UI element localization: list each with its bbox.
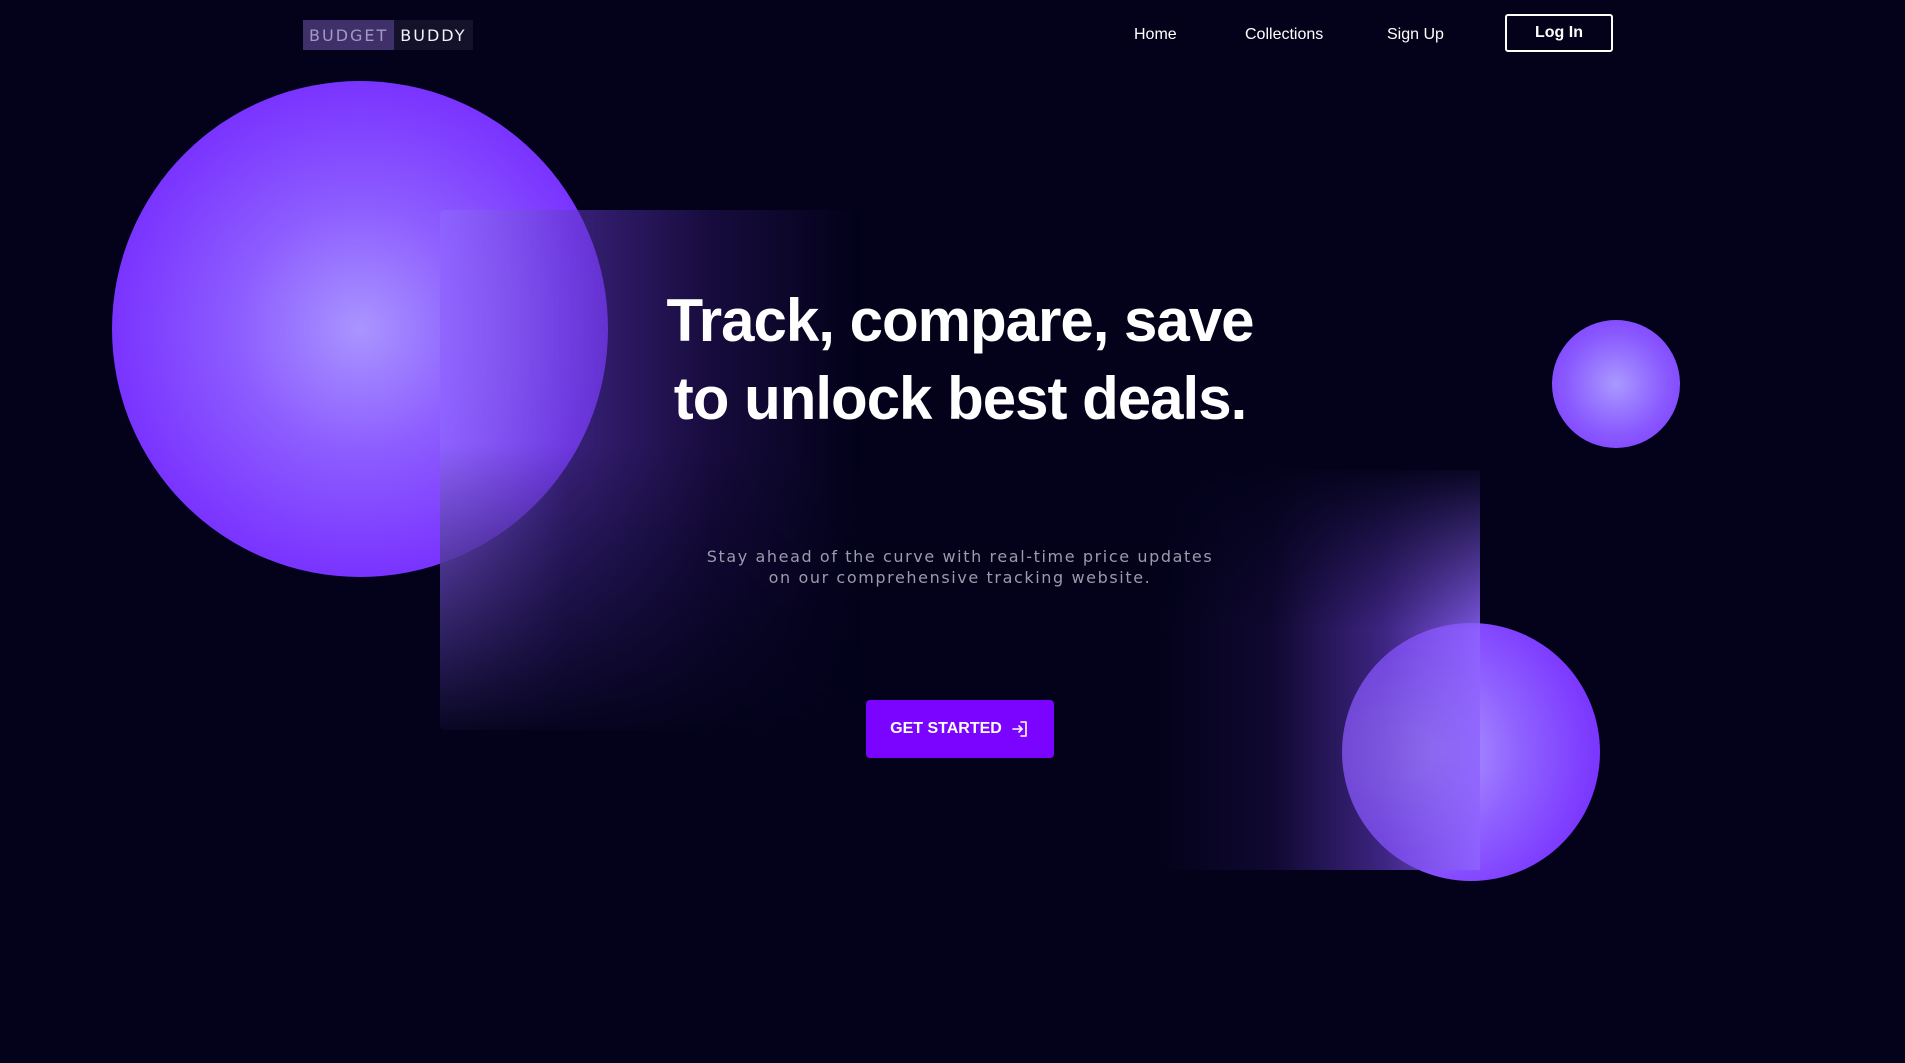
hero-title: Track, compare, save to unlock best deal… <box>666 287 1254 432</box>
log-in-button[interactable]: Log In <box>1505 14 1613 52</box>
nav-link-collections[interactable]: Collections <box>1245 26 1323 44</box>
nav-link-sign-up[interactable]: Sign Up <box>1387 26 1444 44</box>
hero-subtitle: Stay ahead of the curve with real-time p… <box>660 546 1260 588</box>
nav-link-home[interactable]: Home <box>1134 26 1177 44</box>
decorative-sphere-small <box>1552 320 1680 448</box>
logo-text-buddy: BUDDY <box>394 20 473 50</box>
brand-logo[interactable]: BUDGET BUDDY <box>303 20 473 50</box>
get-started-label: GET STARTED <box>890 720 1002 737</box>
hero-subtitle-line-1: Stay ahead of the curve with real-time p… <box>706 547 1214 566</box>
hero-subtitle-line-2: on our comprehensive tracking website. <box>768 568 1152 587</box>
logo-text-budget: BUDGET <box>303 20 395 50</box>
get-started-button[interactable]: GET STARTED <box>866 700 1054 758</box>
login-arrow-icon <box>1010 719 1030 739</box>
glass-panel-right <box>1160 470 1480 870</box>
